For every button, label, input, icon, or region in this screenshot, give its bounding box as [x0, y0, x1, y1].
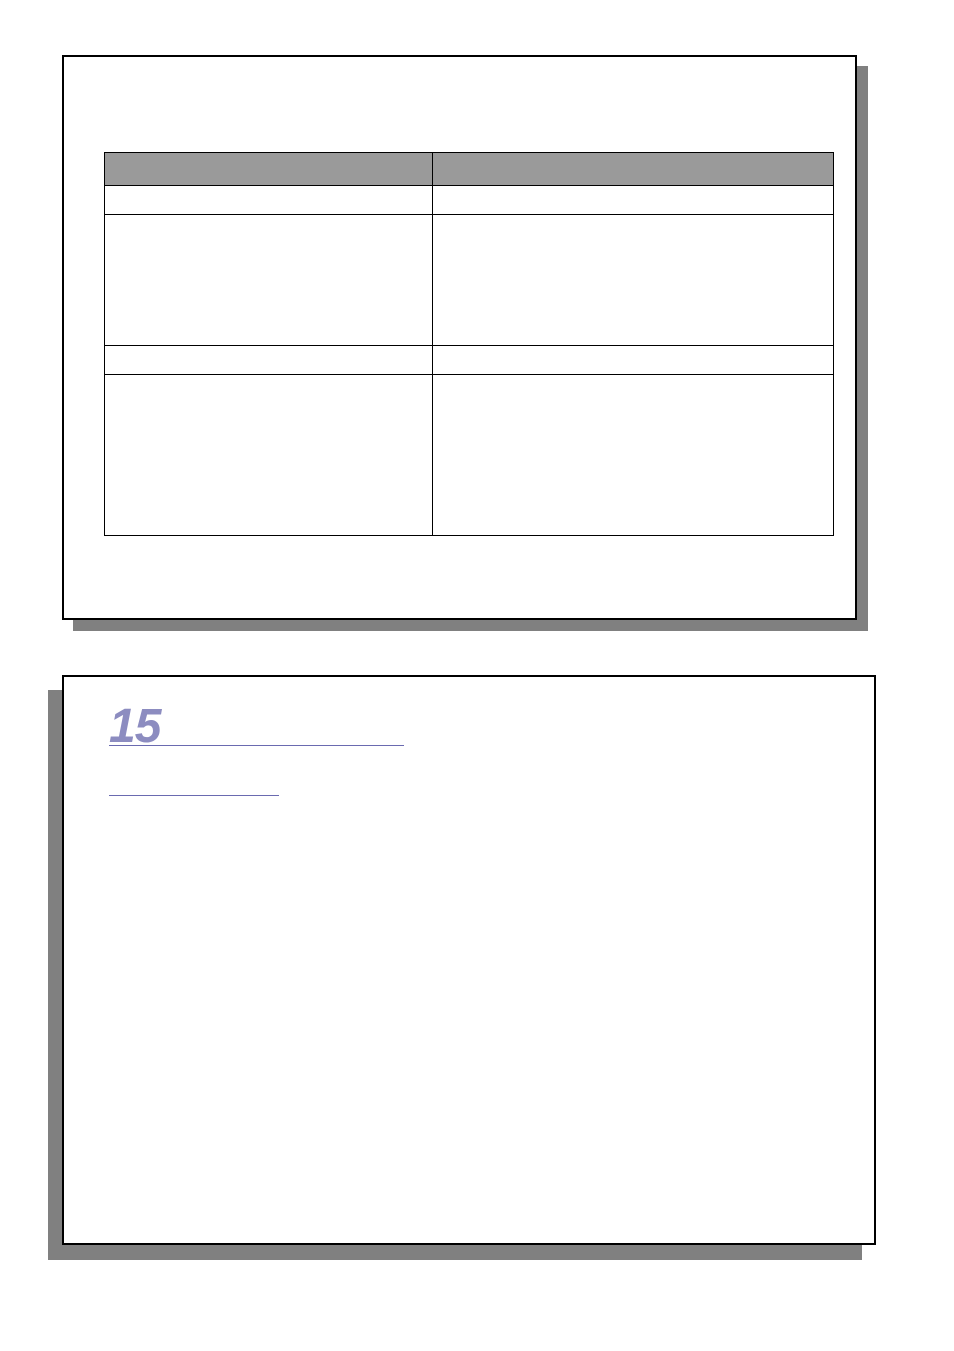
subheading-rule [109, 795, 279, 796]
table-cell [105, 375, 433, 536]
comparison-table [104, 152, 834, 536]
table-cell [433, 346, 834, 375]
table-cell [105, 215, 433, 346]
table-cell [105, 346, 433, 375]
card-bottom: 15 [62, 675, 876, 1245]
table-cell [433, 186, 834, 215]
table-subheader-row [105, 346, 834, 375]
table-cell [433, 375, 834, 536]
card-top [62, 55, 857, 620]
table-header-row [105, 153, 834, 186]
table-cell [433, 215, 834, 346]
table-header-cell [433, 153, 834, 186]
table-subheader-row [105, 186, 834, 215]
table-header-cell [105, 153, 433, 186]
table-cell [105, 186, 433, 215]
table-body-row [105, 375, 834, 536]
table-body-row [105, 215, 834, 346]
heading-rule [109, 745, 404, 746]
